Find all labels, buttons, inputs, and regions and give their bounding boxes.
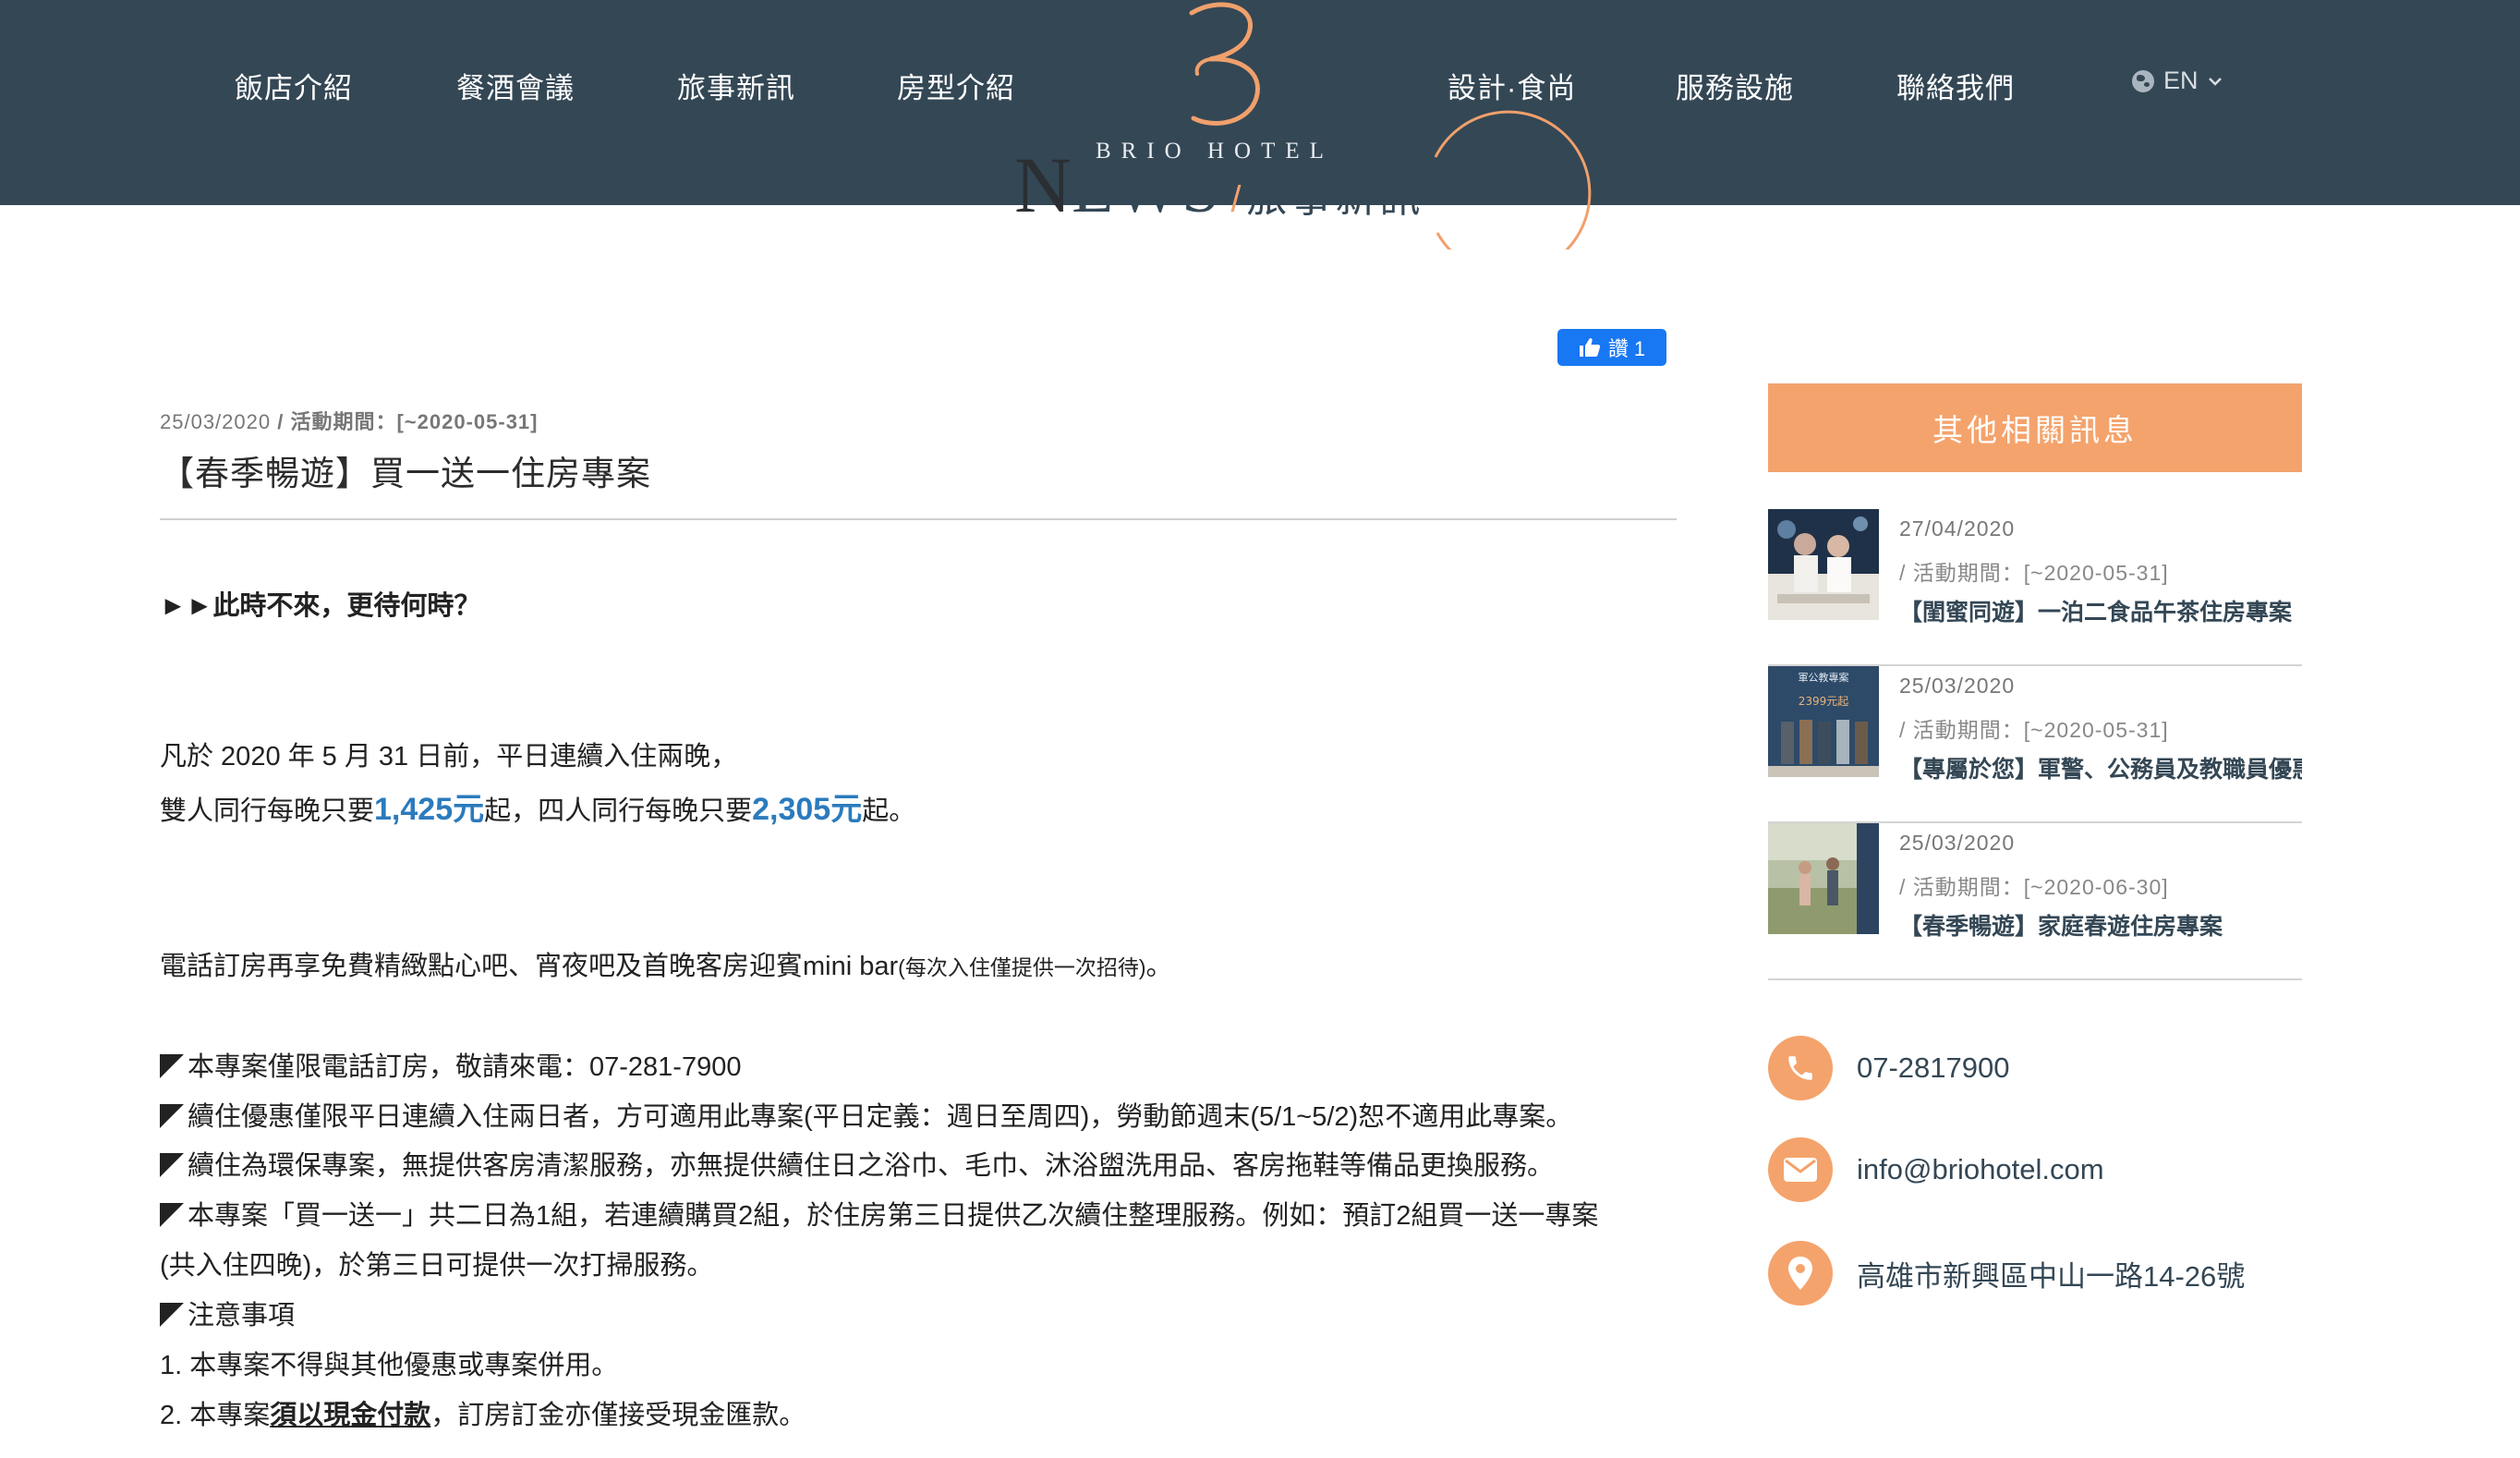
bullet-1: 本專案僅限電話訂房，敬請來電：07-281-7900	[160, 1045, 741, 1084]
text: 本專案僅限電話訂房，敬請來電：07-281-7900	[188, 1052, 742, 1082]
triangle-bullet-icon	[160, 1153, 184, 1177]
nav-rooms[interactable]: 房型介紹	[897, 65, 1015, 106]
envelope-icon	[1768, 1137, 1833, 1202]
text: 本專案「買一送一」共二日為1組，若連續購買2組，於住房第三日提供乙次續住整理服務…	[188, 1201, 1599, 1231]
price-double: 1,425元	[374, 792, 485, 827]
article-title: 【春季暢遊】買一送一住房專案	[160, 455, 651, 492]
globe-icon	[2132, 69, 2154, 92]
article-date: 25/03/2020	[160, 410, 272, 433]
phone-number[interactable]: 07-2817900	[1857, 1051, 2010, 1085]
thumbnail-caption: 軍公教專案	[1799, 671, 1849, 684]
bullet-5: 注意事項	[160, 1294, 295, 1332]
street-address[interactable]: 高雄市新興區中山一路14-26號	[1857, 1253, 2245, 1294]
article-tagline: ►►此時不來，更待何時？	[160, 591, 481, 621]
related-news-heading: 其他相關訊息	[1768, 383, 2302, 472]
map-pin-icon	[1768, 1241, 1833, 1306]
nav-dining-meeting[interactable]: 餐酒會議	[456, 65, 575, 106]
text: 起，四人同行每晚只要	[484, 796, 753, 826]
cash-only-emphasis: 須以現金付款	[270, 1401, 431, 1430]
note-1: 1. 本專案不得與其他優惠或專案併用。	[160, 1351, 619, 1380]
article-line-3: 電話訂房再享免費精緻點心吧、宵夜吧及首晚客房迎賓mini bar(每次入住僅提供…	[160, 944, 1173, 983]
triangle-bullet-icon	[160, 1104, 184, 1128]
text: 續住優惠僅限平日連續入住兩日者，方可適用此專案(平日定義：週日至周四)，勞動節週…	[188, 1102, 1573, 1132]
news-period: / 活動期間：[~2020-05-31]	[1899, 561, 2169, 585]
text: 起。	[862, 796, 916, 826]
bullet-2: 續住優惠僅限平日連續入住兩日者，方可適用此專案(平日定義：週日至周四)，勞動節週…	[160, 1095, 1572, 1134]
nav-news[interactable]: 旅事新訊	[677, 65, 795, 106]
decorative-arc-icon	[1434, 110, 1592, 249]
text: 續住為環保專案，無提供客房清潔服務，亦無提供續住日之浴巾、毛巾、沐浴盥洗用品、客…	[188, 1151, 1555, 1181]
news-thumbnail: 軍公教專案 2399元起	[1768, 666, 1879, 777]
text: 雙人同行每晚只要	[160, 796, 375, 826]
contact-address[interactable]: 高雄市新興區中山一路14-26號	[1768, 1241, 2245, 1306]
note-2: 2. 本專案須以現金付款，訂房訂金亦僅接受現金匯款。	[160, 1393, 806, 1432]
contact-email[interactable]: info@briohotel.com	[1768, 1137, 2104, 1202]
heading-separator: /	[1230, 179, 1242, 220]
heading-initial: N	[1014, 140, 1072, 229]
article-meta: 25/03/2020 / 活動期間：[~2020-05-31]	[160, 406, 539, 435]
article-line-2: 雙人同行每晚只要1,425元起，四人同行每晚只要2,305元起。	[160, 784, 915, 829]
text: 。	[1145, 952, 1173, 981]
text: 電話訂房再享免費精緻點心吧、宵夜吧及首晚客房迎賓mini bar	[160, 952, 899, 981]
news-period: / 活動期間：[~2020-05-31]	[1899, 718, 2169, 742]
triangle-bullet-icon	[160, 1054, 184, 1078]
related-news-item[interactable]: 27/04/2020 / 活動期間：[~2020-05-31] 【閨蜜同遊】一泊…	[1768, 509, 2302, 666]
language-label: EN	[2163, 67, 2199, 94]
text: 2. 本專案	[160, 1401, 271, 1430]
contact-phone[interactable]: 07-2817900	[1768, 1036, 2010, 1100]
news-date: 25/03/2020	[1899, 831, 2016, 855]
news-title[interactable]: 【春季暢遊】家庭春遊住房專案	[1899, 908, 2302, 942]
heading-word: EWS	[1072, 152, 1222, 227]
triangle-bullet-icon	[160, 1203, 184, 1227]
page-heading: NEWS / 旅事新訊	[1014, 139, 1424, 231]
chevron-down-icon	[2208, 77, 2222, 86]
news-thumbnail	[1768, 823, 1879, 934]
divider	[160, 518, 1677, 520]
bullet-3: 續住為環保專案，無提供客房清潔服務，亦無提供續住日之浴巾、毛巾、沐浴盥洗用品、客…	[160, 1144, 1554, 1183]
heading-chinese: 旅事新訊	[1246, 176, 1424, 221]
article-period: / 活動期間：[~2020-05-31]	[277, 410, 539, 433]
news-thumbnail	[1768, 509, 1879, 620]
nav-contact[interactable]: 聯絡我們	[1896, 65, 2015, 106]
nav-facilities[interactable]: 服務設施	[1676, 65, 1794, 106]
triangle-bullet-icon	[160, 1303, 184, 1327]
news-date: 25/03/2020	[1899, 674, 2016, 698]
thumbs-up-icon	[1579, 338, 1600, 357]
note-small: (每次入住僅提供一次招待)	[898, 955, 1146, 979]
nav-hotel-intro[interactable]: 飯店介紹	[235, 65, 353, 106]
thumbnail-price: 2399元起	[1799, 695, 1849, 708]
related-news-item[interactable]: 軍公教專案 2399元起 25/03/2020 / 活動期間：[~2020-05…	[1768, 666, 2302, 823]
news-date: 27/04/2020	[1899, 516, 2016, 541]
text: 注意事項	[188, 1301, 296, 1330]
facebook-like-button[interactable]: 讚 1	[1557, 329, 1666, 366]
article-line-1: 凡於 2020 年 5 月 31 日前，平日連續入住兩晚，	[160, 742, 738, 772]
phone-icon	[1768, 1036, 1833, 1100]
news-title[interactable]: 【專屬於您】軍警、公務員及教職員優惠	[1899, 751, 2302, 784]
bullet-4: 本專案「買一送一」共二日為1組，若連續購買2組，於住房第三日提供乙次續住整理服務…	[160, 1194, 1598, 1233]
brio-logo-icon[interactable]	[1173, 0, 1275, 139]
text: ，訂房訂金亦僅接受現金匯款。	[430, 1401, 806, 1430]
bullet-4-continued: (共入住四晚)，於第三日可提供一次打掃服務。	[160, 1251, 714, 1281]
price-quad: 2,305元	[752, 792, 863, 827]
related-news-item[interactable]: 25/03/2020 / 活動期間：[~2020-06-30] 【春季暢遊】家庭…	[1768, 823, 2302, 980]
news-period: / 活動期間：[~2020-06-30]	[1899, 875, 2169, 899]
like-count: 讚 1	[1607, 337, 1646, 360]
email-address[interactable]: info@briohotel.com	[1857, 1153, 2104, 1186]
language-selector[interactable]: EN	[2132, 67, 2223, 95]
news-title[interactable]: 【閨蜜同遊】一泊二食品午茶住房專案	[1899, 594, 2302, 627]
